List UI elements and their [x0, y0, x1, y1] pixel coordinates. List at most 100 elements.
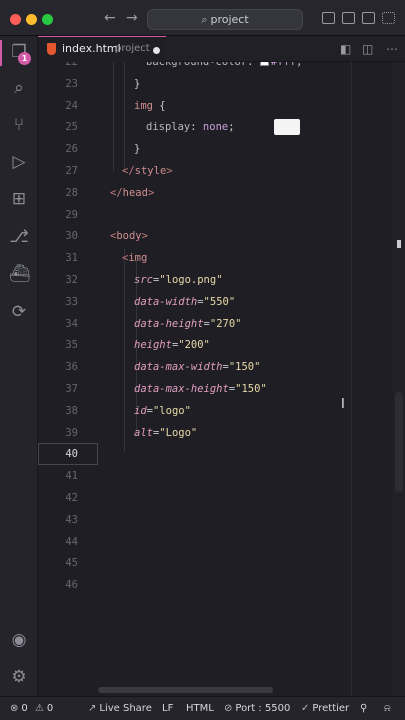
code-token: data-max-height — [134, 383, 229, 395]
code-text: data-height="270" — [134, 313, 241, 335]
prettier-status[interactable]: ✓ Prettier — [301, 702, 349, 716]
code-text: id="logo" — [134, 400, 191, 422]
code-token: head — [122, 186, 148, 199]
line-number: 43 — [65, 513, 78, 526]
scrollbar-thumb[interactable] — [395, 392, 403, 492]
close-window-button[interactable] — [10, 14, 21, 25]
search-icon: ⌕ — [201, 13, 208, 26]
command-center-search[interactable]: ⌕ project — [147, 9, 303, 30]
code-line[interactable]: 26} — [38, 138, 405, 160]
eol-status[interactable]: LF — [162, 702, 173, 716]
code-line[interactable]: 43 — [38, 509, 405, 531]
code-line[interactable]: 30 <body> — [38, 225, 405, 247]
feedback-icon[interactable]: ⚲ — [360, 702, 367, 716]
minimize-window-button[interactable] — [26, 14, 37, 25]
activity-bar: ❐ 1 ⌕ ⑂ ▷ ⊞ ⎇ ⛴ ⟳ ◉ ⚙ — [0, 36, 38, 696]
code-token: style — [134, 165, 167, 177]
code-line[interactable]: 36 data-max-width="150" — [38, 356, 405, 378]
code-token: data-max-width — [134, 361, 223, 374]
live-share-status[interactable]: ↗ Live Share — [88, 702, 152, 716]
code-line[interactable]: 45 — [38, 552, 405, 574]
code-line[interactable]: 40 — [38, 443, 405, 466]
toggle-primary-sidebar-icon[interactable] — [322, 12, 335, 24]
line-number: 29 — [65, 208, 78, 221]
git-graph-icon[interactable]: ⎇ — [9, 227, 29, 247]
code-line[interactable]: 46 — [38, 574, 405, 596]
code-line[interactable]: 22 background-color: #fff; — [38, 62, 405, 73]
customize-layout-icon[interactable] — [382, 12, 395, 24]
code-token: background-color — [146, 62, 248, 68]
code-token: "270" — [209, 317, 242, 330]
code-line[interactable]: 37 data-max-height="150" — [38, 378, 405, 400]
run-debug-icon[interactable]: ▷ — [9, 152, 29, 172]
code-line[interactable]: 34 data-height="270" — [38, 313, 405, 335]
go-live-port-status[interactable]: ⊘ Port : 5500 — [224, 702, 290, 716]
code-line[interactable]: 24 img { — [38, 95, 405, 117]
line-number: 26 — [65, 143, 78, 156]
color-picker-hover[interactable] — [274, 119, 300, 135]
code-text: data-width="550" — [134, 291, 235, 313]
toggle-secondary-sidebar-icon[interactable] — [362, 12, 375, 24]
code-line[interactable]: 28 </head> — [38, 182, 405, 204]
code-token: : — [247, 62, 260, 68]
code-line[interactable]: 38 id="logo" — [38, 400, 405, 422]
problems-status[interactable]: ⊗ 0 ⚠ 0 — [10, 702, 53, 716]
language-status[interactable]: HTML — [186, 702, 214, 716]
code-token: data-width — [134, 295, 198, 308]
line-number: 28 — [65, 186, 78, 199]
code-text: height="200" — [134, 334, 210, 356]
horizontal-scrollbar[interactable] — [98, 687, 273, 693]
code-token: "200" — [178, 339, 210, 352]
tab-index-html[interactable]: index.html project — [38, 36, 166, 62]
code-editor[interactable]: 22 background-color: #fff; 23} 24 img {25 dis… — [38, 62, 405, 696]
code-text: alt="Logo" — [134, 422, 197, 444]
code-line[interactable]: 42 — [38, 487, 405, 509]
code-token: </ — [110, 186, 123, 199]
code-line[interactable]: 32 src="logo.png" — [38, 269, 405, 291]
code-line[interactable]: 25 display: none; — [38, 116, 405, 138]
vertical-scrollbar[interactable] — [393, 62, 405, 696]
error-icon: ⊗ — [10, 703, 19, 714]
code-line[interactable]: 31 <img — [38, 247, 405, 269]
back-arrow-icon[interactable]: ← — [104, 10, 116, 26]
forward-arrow-icon[interactable]: → — [126, 10, 138, 26]
code-token: body — [116, 230, 142, 243]
title-bar: ← → ⌕ project — [0, 0, 405, 36]
code-text: } — [134, 138, 140, 160]
notifications-bell-icon[interactable]: ⍾ — [384, 702, 391, 716]
code-line[interactable]: 29 — [38, 204, 405, 226]
remote-explorer-icon[interactable]: ⟳ — [9, 302, 29, 322]
code-line[interactable]: 44 — [38, 531, 405, 553]
code-line[interactable]: 27 </style> — [38, 160, 405, 182]
line-number: 36 — [65, 361, 78, 374]
account-icon[interactable]: ◉ — [9, 630, 29, 650]
extensions-icon[interactable]: ⊞ — [9, 189, 29, 209]
open-preview-icon[interactable]: ◧ — [340, 42, 351, 56]
manage-gear-icon[interactable]: ⚙ — [9, 667, 29, 687]
mouse-ibeam-cursor-icon: I — [341, 397, 345, 412]
line-number: 33 — [65, 295, 78, 308]
code-line[interactable]: 41 — [38, 465, 405, 487]
toggle-panel-icon[interactable] — [342, 12, 355, 24]
zoom-window-button[interactable] — [42, 14, 53, 25]
warning-icon: ⚠ — [34, 703, 44, 714]
color-swatch-icon[interactable] — [259, 62, 269, 66]
line-number: 46 — [65, 579, 78, 592]
code-line[interactable]: 35 height="200" — [38, 334, 405, 356]
code-token: </ — [122, 165, 135, 177]
search-sidebar-icon[interactable]: ⌕ — [9, 78, 29, 98]
code-token: none — [202, 121, 229, 134]
code-token: img — [128, 252, 148, 265]
code-line[interactable]: 33 data-width="550" — [38, 291, 405, 313]
split-editor-icon[interactable]: ◫ — [362, 42, 373, 56]
code-line[interactable]: 23} — [38, 73, 405, 95]
docker-icon[interactable]: ⛴ — [9, 264, 31, 284]
explorer-badge: 1 — [18, 52, 31, 65]
code-line[interactable]: 39 alt="Logo" — [38, 422, 405, 444]
source-control-icon[interactable]: ⑂ — [9, 115, 29, 135]
code-token: } — [134, 143, 141, 156]
unsaved-dot-icon[interactable] — [153, 47, 160, 54]
code-text: <body> — [110, 225, 148, 247]
more-actions-icon[interactable]: ⋯ — [386, 42, 398, 56]
code-token: "logo.png" — [159, 274, 223, 286]
